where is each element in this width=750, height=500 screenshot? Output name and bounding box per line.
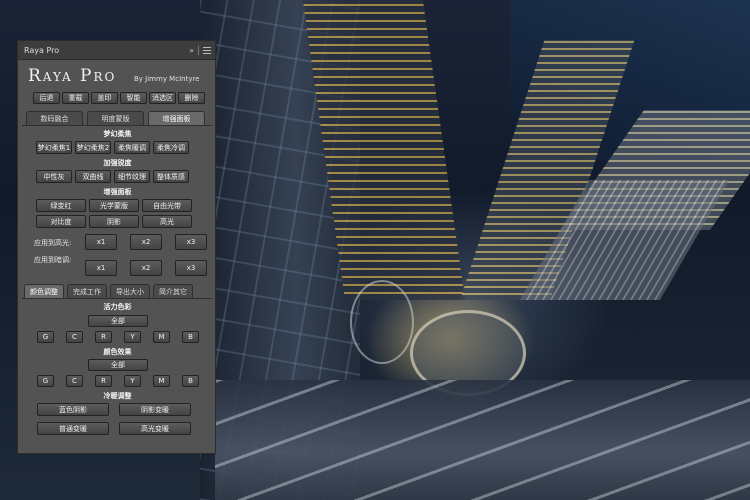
panel-menu-icon[interactable]: [203, 46, 211, 54]
panel-tab-title[interactable]: Raya Pro: [24, 46, 59, 55]
effect-r-button[interactable]: R: [95, 375, 112, 387]
enhance-row-1: 绿变红 光学蒙版 自由光带: [36, 199, 192, 212]
dream-2-button[interactable]: 梦幻柔焦2: [75, 141, 111, 154]
enhance-row-2: 对比度 阴影 高光: [36, 215, 192, 228]
collapse-icon[interactable]: »: [189, 46, 194, 55]
effect-c-button[interactable]: C: [66, 375, 83, 387]
blue-shadows-button[interactable]: 蓝色阴影: [37, 403, 109, 416]
apply-shadows-buttons: x1 x2 x3: [85, 260, 207, 276]
detail-texture-button[interactable]: 细节纹理: [114, 170, 150, 183]
tab-enhance-panel[interactable]: 增强面板: [148, 111, 205, 125]
contrast-button[interactable]: 对比度: [36, 215, 86, 228]
author-byline: By Jimmy McIntyre: [134, 75, 200, 83]
apply-highlights-buttons: x1 x2 x3: [85, 234, 207, 250]
panel-titlebar: Raya Pro »: [18, 41, 215, 60]
section-title-sharpen: 加强锐度: [103, 159, 132, 167]
tab-export-size[interactable]: 导出大小: [110, 284, 150, 298]
vibrance-b-button[interactable]: B: [182, 331, 199, 343]
shadows-x3-button[interactable]: x3: [175, 260, 207, 276]
warm-shadows-button[interactable]: 阴影变暖: [119, 403, 191, 416]
shadows-button[interactable]: 阴影: [89, 215, 139, 228]
warm-highlights-button[interactable]: 高光变暖: [119, 422, 191, 435]
optical-mask-button[interactable]: 光学蒙版: [89, 199, 139, 212]
highlights-button[interactable]: 高光: [142, 215, 192, 228]
panel-header: Raya Pro By Jimmy McIntyre: [18, 60, 215, 88]
effect-g-button[interactable]: G: [37, 375, 54, 387]
raya-pro-logo: Raya Pro: [28, 66, 117, 86]
dual-curves-button[interactable]: 双曲线: [75, 170, 111, 183]
section-title-color-effect: 颜色效果: [103, 348, 132, 356]
stamp-visible-button[interactable]: 盖印: [91, 92, 118, 104]
green-to-red-button[interactable]: 绿变红: [36, 199, 86, 212]
color-effect-all-button[interactable]: 全部: [88, 359, 148, 371]
main-tabs: 数码融合 明度蒙版 增强面板: [26, 111, 205, 125]
apply-highlights-label: 应用到高光:: [34, 239, 72, 247]
tab-underline: [22, 125, 212, 126]
section-title-warm-cool: 冷暖调整: [103, 392, 132, 400]
round-plaza: [350, 280, 414, 364]
effect-b-button[interactable]: B: [182, 375, 199, 387]
color-effect-channel-buttons: G C R Y M B: [37, 375, 199, 387]
delete-button[interactable]: 删除: [178, 92, 205, 104]
vibrance-all-button[interactable]: 全部: [88, 315, 148, 327]
vibrance-channel-buttons: G C R Y M B: [37, 331, 199, 343]
apply-shadows-label: 应用到暗调:: [34, 256, 72, 264]
effect-y-button[interactable]: Y: [124, 375, 141, 387]
undo-button[interactable]: 后退: [33, 92, 60, 104]
divider: [198, 45, 199, 55]
shadows-x1-button[interactable]: x1: [85, 260, 117, 276]
warm-cool-row-2: 普通变暖 高光变暖: [37, 422, 191, 435]
vibrance-c-button[interactable]: C: [66, 331, 83, 343]
effect-m-button[interactable]: M: [153, 375, 170, 387]
glass-floor: [215, 380, 750, 500]
dream-1-button[interactable]: 梦幻柔焦1: [36, 141, 72, 154]
free-light-band-button[interactable]: 自由光带: [142, 199, 192, 212]
reload-button[interactable]: 重载: [62, 92, 89, 104]
tab-luminosity-masks[interactable]: 明度蒙版: [87, 111, 144, 125]
overall-texture-button[interactable]: 整体质感: [153, 170, 189, 183]
tab-color-adjust[interactable]: 颜色调整: [24, 284, 64, 298]
neutral-gray-button[interactable]: 中性灰: [36, 170, 72, 183]
sharpen-buttons: 中性灰 双曲线 细节纹理 整体质感: [36, 170, 189, 183]
smart-object-button[interactable]: 智能: [120, 92, 147, 104]
warm-cool-row-1: 蓝色阴影 阴影变暖: [37, 403, 191, 416]
shadows-x2-button[interactable]: x2: [130, 260, 162, 276]
section-title-enhance: 增强面板: [103, 188, 132, 196]
tab-digital-blend[interactable]: 数码融合: [26, 111, 83, 125]
raya-pro-panel: Raya Pro » Raya Pro By Jimmy McIntyre 后退…: [17, 40, 216, 454]
sub-tab-underline: [22, 298, 212, 299]
vibrance-g-button[interactable]: G: [37, 331, 54, 343]
dream-cool-button[interactable]: 柔焦冷调: [153, 141, 189, 154]
sub-tabs: 颜色调整 完成工作 导出大小 简介其它: [24, 284, 193, 298]
normal-warm-button[interactable]: 普通变暖: [37, 422, 109, 435]
highlights-x3-button[interactable]: x3: [175, 234, 207, 250]
highlights-x1-button[interactable]: x1: [85, 234, 117, 250]
vibrance-m-button[interactable]: M: [153, 331, 170, 343]
tab-finish-work[interactable]: 完成工作: [67, 284, 107, 298]
highlights-x2-button[interactable]: x2: [130, 234, 162, 250]
section-title-dream: 梦幻柔焦: [103, 130, 132, 138]
section-title-vibrance: 活力色彩: [103, 303, 132, 311]
deselect-button[interactable]: 消选区: [149, 92, 176, 104]
vibrance-r-button[interactable]: R: [95, 331, 112, 343]
dream-buttons: 梦幻柔焦1 梦幻柔焦2 柔焦暖调 柔焦冷调: [36, 141, 189, 154]
toolbar: 后退 重载 盖印 智能 消选区 删除: [33, 92, 205, 104]
dream-warm-button[interactable]: 柔焦暖调: [114, 141, 150, 154]
vibrance-y-button[interactable]: Y: [124, 331, 141, 343]
tab-about-other[interactable]: 简介其它: [153, 284, 193, 298]
